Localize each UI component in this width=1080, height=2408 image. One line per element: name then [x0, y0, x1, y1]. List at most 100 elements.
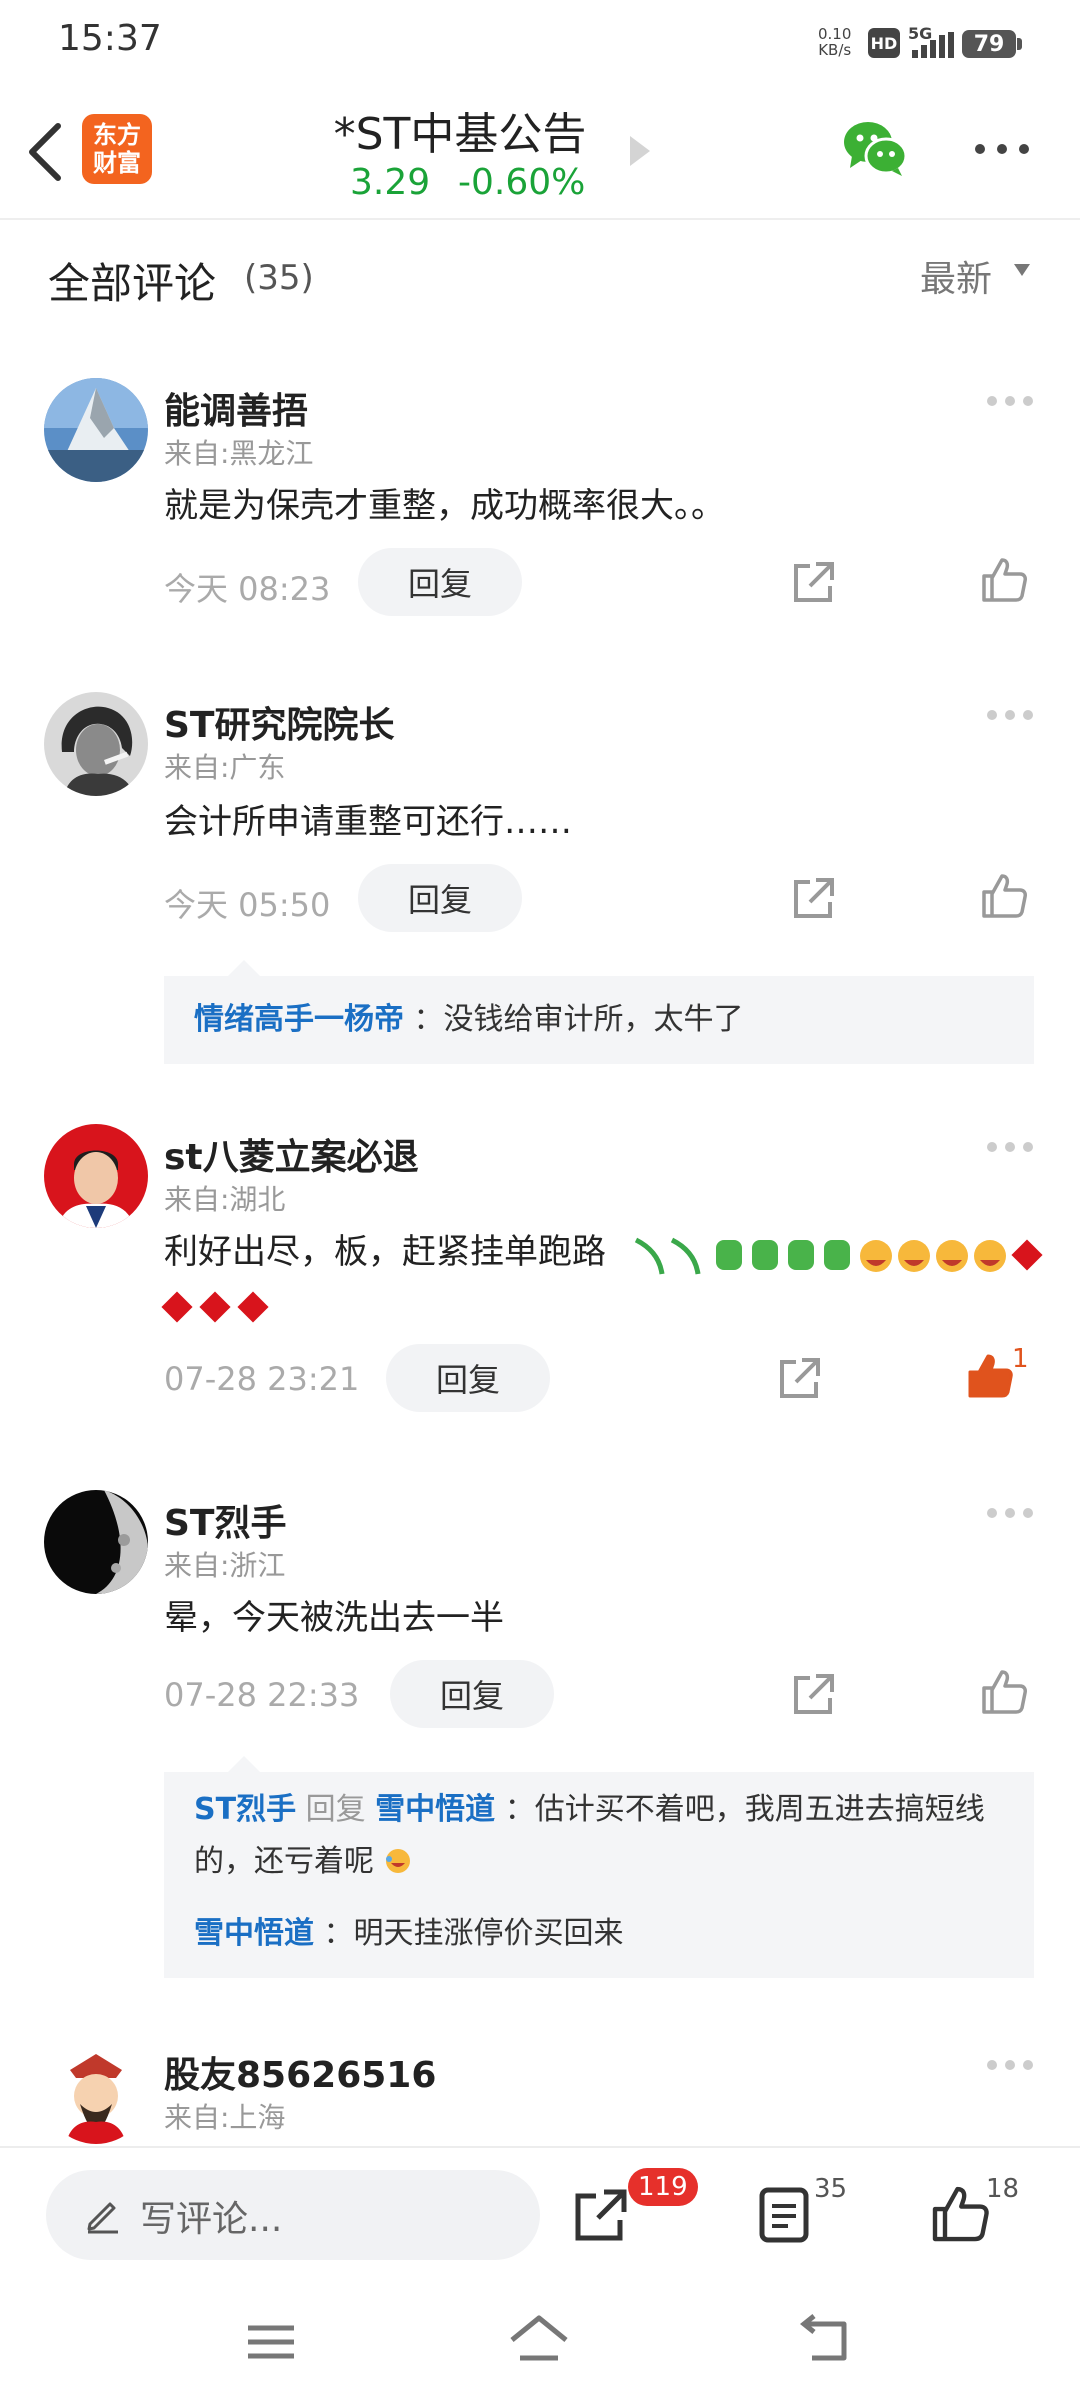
play-arrow-icon[interactable]	[628, 134, 652, 168]
thumbs-up-icon[interactable]	[980, 556, 1028, 604]
avatar[interactable]	[44, 2040, 148, 2144]
share-icon[interactable]	[790, 874, 838, 922]
home-icon[interactable]	[504, 2310, 574, 2370]
comment-location: 来自:上海	[164, 2101, 286, 2134]
reply-text: 的，还亏着呢	[194, 1844, 374, 1879]
thumbs-up-icon[interactable]	[980, 1668, 1028, 1716]
reply-pointer	[228, 1756, 260, 1772]
comment-username[interactable]: st八菱立案必退	[164, 1128, 419, 1180]
reply-username[interactable]: 雪中悟道	[194, 1916, 314, 1951]
share-icon[interactable]	[776, 1354, 824, 1402]
laugh-cry-emoji-icon	[385, 1849, 410, 1873]
avatar[interactable]	[44, 1124, 148, 1228]
reply-button[interactable]: 回复	[386, 1344, 550, 1412]
menu-icon[interactable]	[236, 2312, 306, 2372]
more-icon[interactable]	[972, 134, 1032, 164]
comment-username[interactable]: 能调善捂	[164, 382, 308, 434]
sort-dropdown[interactable]: 最新	[920, 250, 992, 302]
comment-location: 来自:广东	[164, 751, 286, 784]
reply-box[interactable]: 情绪高手一杨帝 ：没钱给审计所，太牛了	[164, 976, 1034, 1064]
laughing-emoji-icon	[860, 1240, 1006, 1272]
comment-username[interactable]: 股友85626516	[164, 2046, 436, 2098]
comment-text: 晕，今天被洗出去一半	[164, 1598, 504, 1638]
more-icon[interactable]	[985, 394, 1035, 408]
stock-change: -0.60%	[458, 162, 586, 203]
comment-username[interactable]: ST烈手	[164, 1494, 287, 1546]
network-speed: 0.10 KB/s	[818, 26, 851, 58]
logo-line2: 财富	[93, 149, 141, 177]
comment-username[interactable]: ST研究院院长	[164, 696, 395, 748]
like-count: 1	[1012, 1344, 1029, 1374]
reply-item-continued: 的，还亏着呢	[194, 1836, 1014, 1888]
comment-location: 来自:黑龙江	[164, 437, 314, 470]
avatar-mountain-image	[44, 378, 148, 482]
avatar[interactable]	[44, 692, 148, 796]
emoji-row-icon	[634, 1237, 1043, 1275]
status-time: 15:37	[58, 18, 162, 59]
stock-price: 3.29	[350, 162, 431, 203]
likes-total-count: 18	[986, 2174, 1020, 2204]
fortune-emoji-icon	[161, 1291, 269, 1323]
back-arrow-icon[interactable]	[18, 112, 74, 192]
reply-box[interactable]: ST烈手 回复 雪中悟道 ：估计买不着吧，我周五进去搞短线 的，还亏着呢 雪中悟…	[164, 1772, 1034, 1978]
avatar-moon-image	[44, 1490, 148, 1594]
thumbs-up-icon[interactable]	[930, 2184, 990, 2244]
share-icon[interactable]	[790, 1670, 838, 1718]
reply-text: ：没钱给审计所，太牛了	[413, 1002, 744, 1037]
reply-item: 雪中悟道 ：明天挂涨停价买回来	[194, 1908, 1014, 1960]
more-icon[interactable]	[985, 1506, 1035, 1520]
comments-count: (35)	[244, 258, 314, 298]
caret-down-icon[interactable]	[1012, 262, 1032, 278]
more-icon[interactable]	[985, 2058, 1035, 2072]
signal-icon	[912, 32, 954, 58]
comment-text: 就是为保壳才重整，成功概率很大。。	[164, 486, 725, 526]
comment-time: 今天 08:23	[164, 570, 331, 608]
share-icon[interactable]	[790, 558, 838, 606]
reply-button[interactable]: 回复	[358, 864, 522, 932]
back-nav-icon[interactable]	[790, 2312, 860, 2372]
share-count-badge: 119	[628, 2168, 698, 2206]
avatar[interactable]	[44, 1490, 148, 1594]
header-divider	[0, 218, 1080, 220]
comment-time: 07-28 22:33	[164, 1676, 360, 1714]
reply-button[interactable]: 回复	[390, 1660, 554, 1728]
share-icon[interactable]	[572, 2186, 630, 2244]
thumbs-up-icon[interactable]	[980, 872, 1028, 920]
stock-title[interactable]: *ST中基公告	[290, 98, 630, 162]
reply-item: ST烈手 回复 雪中悟道 ：估计买不着吧，我周五进去搞短线	[194, 1784, 1014, 1836]
reply-target[interactable]: 雪中悟道	[375, 1792, 495, 1827]
avatar-cartoon-image	[44, 2040, 148, 2144]
avatar-portrait-image	[44, 1124, 148, 1228]
reply-pointer	[228, 960, 260, 976]
comment-input-placeholder[interactable]: 写评论...	[140, 2190, 282, 2242]
comment-location: 来自:浙江	[164, 1549, 286, 1582]
logo-line1: 东方	[93, 121, 141, 149]
comments-title: 全部评论	[48, 259, 217, 308]
comment-text: 会计所申请重整可还行……	[164, 802, 572, 842]
network-speed-unit: KB/s	[818, 41, 852, 59]
comment-location: 来自:湖北	[164, 1183, 286, 1216]
hd-badge: HD	[868, 28, 900, 58]
reply-button[interactable]: 回复	[358, 548, 522, 616]
reply-username[interactable]: ST烈手	[194, 1792, 296, 1827]
avatar[interactable]	[44, 378, 148, 482]
reply-username[interactable]: 情绪高手一杨帝	[194, 1002, 404, 1037]
avatar-portrait-image	[44, 692, 148, 796]
comment-time: 今天 05:50	[164, 886, 331, 924]
thumbs-up-icon[interactable]	[966, 1352, 1014, 1400]
more-icon[interactable]	[985, 1140, 1035, 1154]
comments-total-count: 35	[814, 2174, 848, 2204]
pencil-icon	[87, 2202, 118, 2234]
wechat-icon[interactable]	[842, 118, 908, 178]
reply-text: ：估计买不着吧，我周五进去搞短线	[504, 1792, 985, 1827]
battery-tip	[1017, 38, 1022, 50]
chive-emoji-icon	[634, 1237, 850, 1275]
battery-indicator: 79	[962, 30, 1016, 58]
more-icon[interactable]	[985, 708, 1035, 722]
reply-text: ：明天挂涨停价买回来	[323, 1916, 624, 1951]
bottom-divider	[0, 2146, 1080, 2148]
comment-body: 利好出尽，板，赶紧挂单跑路	[161, 1222, 1044, 1342]
comment-list-icon[interactable]	[758, 2186, 810, 2244]
reply-label: 回复	[305, 1792, 366, 1827]
comment-text: 利好出尽，板，赶紧挂单跑路	[164, 1232, 606, 1272]
